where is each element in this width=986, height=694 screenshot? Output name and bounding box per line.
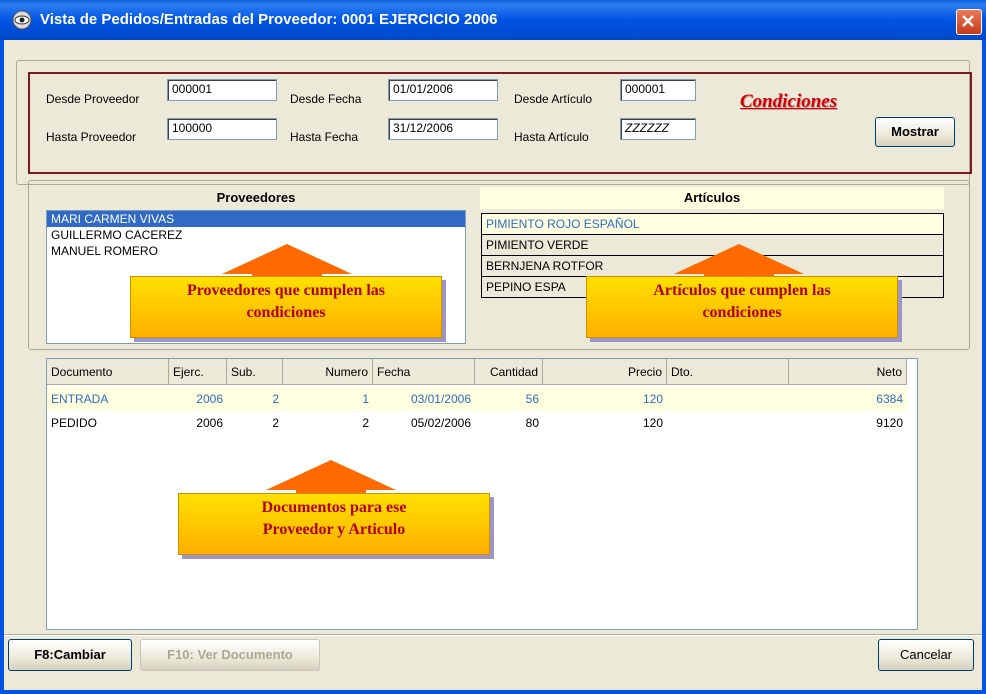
eye-icon xyxy=(12,10,32,30)
proveedores-callout-line2: condiciones xyxy=(246,304,326,321)
articulo-item[interactable]: PIMIENTO ROJO ESPAÑOL xyxy=(481,214,944,235)
proveedores-callout-line1: Proveedores que cumplen las xyxy=(186,282,386,299)
column-header-dto[interactable]: Dto. xyxy=(667,359,789,385)
cell-dto xyxy=(667,411,789,435)
proveedores-callout: Proveedores que cumplen las condiciones xyxy=(130,276,442,338)
articulos-header: Artículos xyxy=(480,187,944,209)
cell-sub: 2 xyxy=(272,392,279,406)
cell-dto xyxy=(667,387,789,411)
hasta-fecha-field[interactable]: 31/12/2006 xyxy=(388,118,498,140)
table-row[interactable]: ENTRADA 2006 2 1 03/01/2006 56 120 6384 xyxy=(47,387,907,411)
window-title: Vista de Pedidos/Entradas del Proveedor:… xyxy=(40,11,498,28)
cell-cantidad: 56 xyxy=(525,392,539,406)
column-header-fecha[interactable]: Fecha xyxy=(373,359,475,385)
column-header-neto[interactable]: Neto xyxy=(789,359,907,385)
desde-articulo-label: Desde Artículo xyxy=(514,92,593,106)
hasta-proveedor-field[interactable]: 100000 xyxy=(167,118,277,140)
documentos-callout: Documentos para ese Proveedor y Articulo xyxy=(178,493,490,555)
cell-sub: 2 xyxy=(272,416,279,430)
articulos-callout: Artículos que cumplen las condiciones xyxy=(586,276,898,338)
cell-fecha: 03/01/2006 xyxy=(410,392,471,406)
cell-documento: PEDIDO xyxy=(51,416,98,430)
mostrar-button[interactable]: Mostrar xyxy=(875,117,955,147)
footer-divider xyxy=(4,634,982,636)
articulos-callout-line1: Artículos que cumplen las xyxy=(653,282,831,299)
articulos-callout-line2: condiciones xyxy=(702,304,782,321)
hasta-proveedor-label: Hasta Proveedor xyxy=(46,130,137,144)
proveedor-item[interactable]: MARI CARMEN VIVAS xyxy=(47,211,465,227)
documentos-callout-line1: Documentos para ese xyxy=(261,499,407,516)
column-header-sub[interactable]: Sub. xyxy=(227,359,283,385)
cell-ejerc: 2006 xyxy=(196,416,223,430)
cell-neto: 9120 xyxy=(876,416,903,430)
hasta-articulo-field[interactable]: ZZZZZZ xyxy=(620,118,696,140)
cell-cantidad: 80 xyxy=(525,416,539,430)
cell-neto: 6384 xyxy=(876,392,903,406)
cell-precio: 120 xyxy=(642,392,663,406)
desde-proveedor-label: Desde Proveedor xyxy=(46,92,140,106)
close-button[interactable] xyxy=(956,9,982,35)
documentos-callout-line2: Proveedor y Articulo xyxy=(262,521,406,538)
title-bar[interactable]: Vista de Pedidos/Entradas del Proveedor:… xyxy=(0,0,986,40)
condiciones-caption: Condiciones xyxy=(740,91,838,112)
close-icon xyxy=(962,15,974,27)
f10-ver-documento-button[interactable]: F10: Ver Documento xyxy=(140,639,320,671)
column-header-cantidad[interactable]: Cantidad xyxy=(475,359,543,385)
desde-articulo-field[interactable]: 000001 xyxy=(620,79,696,101)
hasta-fecha-label: Hasta Fecha xyxy=(290,130,359,144)
cancelar-button[interactable]: Cancelar xyxy=(878,639,974,671)
cell-numero: 2 xyxy=(362,416,369,430)
cell-fecha: 05/02/2006 xyxy=(410,416,471,430)
column-header-ejerc[interactable]: Ejerc. xyxy=(169,359,227,385)
proveedor-item[interactable]: GUILLERMO CACEREZ xyxy=(47,227,465,243)
desde-proveedor-field[interactable]: 000001 xyxy=(167,79,277,101)
column-header-documento[interactable]: Documento xyxy=(47,359,169,385)
desde-fecha-label: Desde Fecha xyxy=(290,92,362,106)
cell-precio: 120 xyxy=(642,416,663,430)
proveedores-header: Proveedores xyxy=(216,190,296,205)
table-row[interactable]: PEDIDO 2006 2 2 05/02/2006 80 120 9120 xyxy=(47,411,907,435)
cell-documento: ENTRADA xyxy=(51,392,109,406)
cell-ejerc: 2006 xyxy=(196,392,223,406)
column-header-numero[interactable]: Numero xyxy=(283,359,373,385)
desde-fecha-field[interactable]: 01/01/2006 xyxy=(388,79,498,101)
f8-cambiar-button[interactable]: F8:Cambiar xyxy=(8,639,132,671)
cell-numero: 1 xyxy=(362,392,369,406)
column-header-precio[interactable]: Precio xyxy=(543,359,667,385)
hasta-articulo-label: Hasta Artículo xyxy=(514,130,589,144)
